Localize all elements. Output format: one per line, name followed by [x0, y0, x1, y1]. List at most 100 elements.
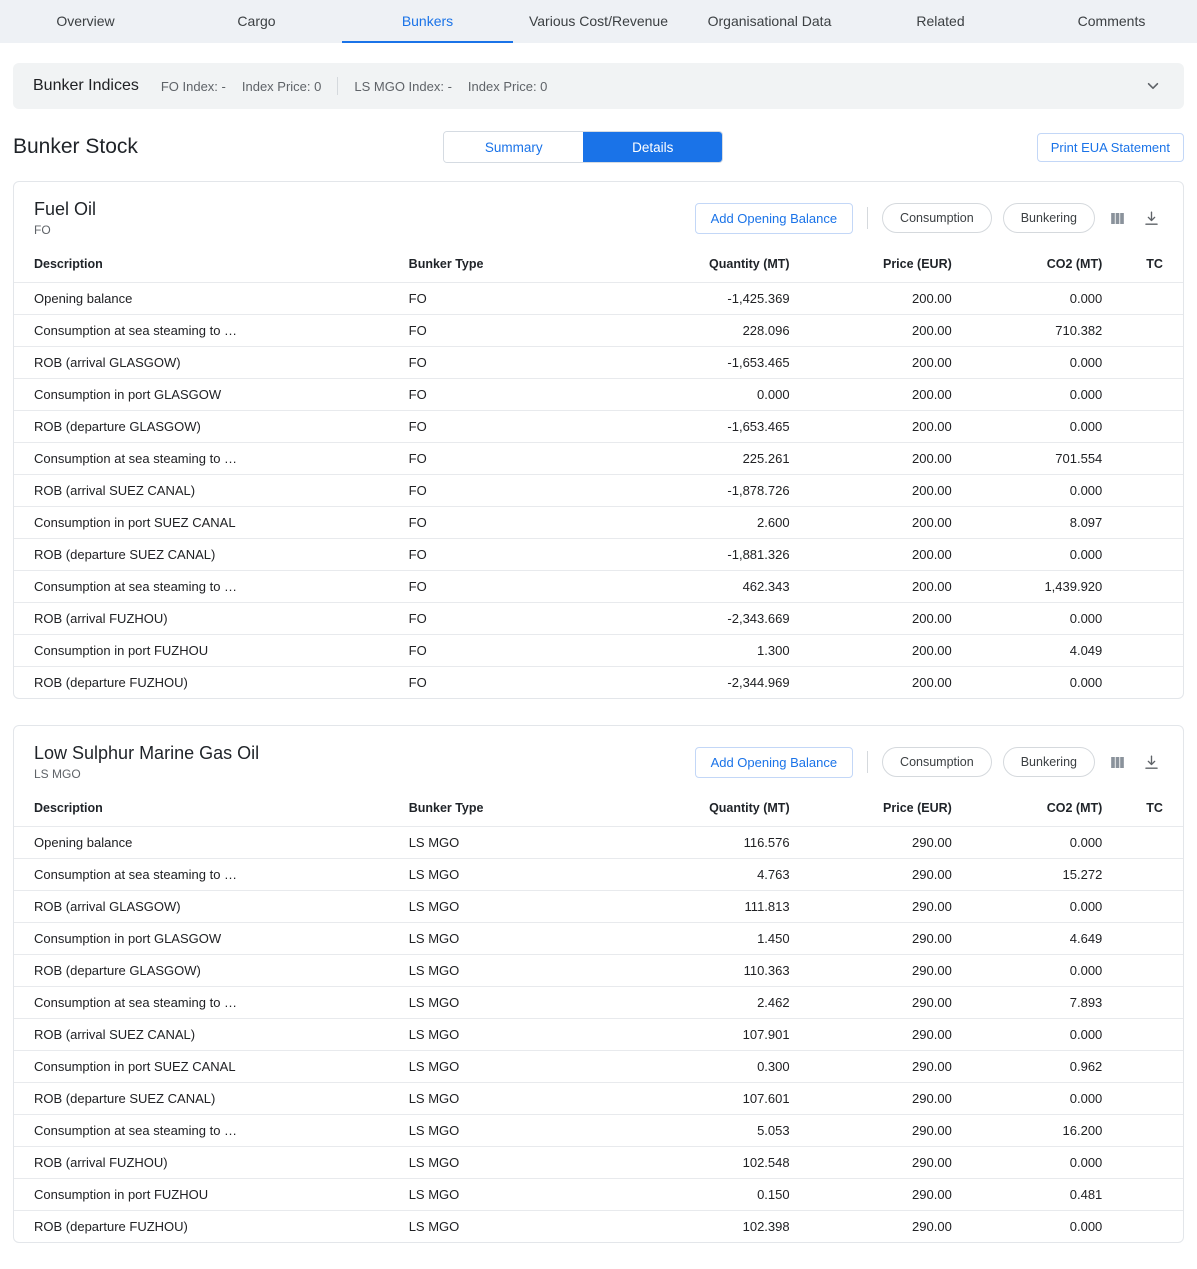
- row-price: 200.00: [802, 571, 964, 603]
- ls-mgo-index-value: LS MGO Index: -: [354, 79, 452, 94]
- table-row[interactable]: Consumption at sea steaming to …FO462.34…: [14, 571, 1183, 603]
- ls-mgo-index-price: Index Price: 0: [468, 79, 548, 94]
- row-bunker-type: FO: [397, 539, 639, 571]
- row-price: 200.00: [802, 603, 964, 635]
- row-co2: 4.649: [964, 923, 1114, 955]
- tab-related[interactable]: Related: [855, 0, 1026, 43]
- table-row[interactable]: ROB (departure FUZHOU)LS MGO102.398290.0…: [14, 1211, 1183, 1243]
- tab-cargo[interactable]: Cargo: [171, 0, 342, 43]
- row-tc: [1114, 1115, 1183, 1147]
- consumption-button[interactable]: Consumption: [882, 203, 992, 233]
- table-header-row: DescriptionBunker TypeQuantity (MT)Price…: [14, 245, 1183, 283]
- page-title: Bunker Stock: [13, 135, 138, 159]
- table-row[interactable]: Consumption in port SUEZ CANALLS MGO0.30…: [14, 1051, 1183, 1083]
- row-quantity: -1,881.326: [639, 539, 801, 571]
- table-row[interactable]: Consumption in port GLASGOWFO0.000200.00…: [14, 379, 1183, 411]
- row-quantity: 0.150: [639, 1179, 801, 1211]
- view-columns-icon[interactable]: [1106, 207, 1129, 230]
- table-row[interactable]: ROB (departure GLASGOW)FO-1,653.465200.0…: [14, 411, 1183, 443]
- bunkering-button[interactable]: Bunkering: [1003, 203, 1095, 233]
- row-tc: [1114, 1211, 1183, 1243]
- table-row[interactable]: ROB (departure FUZHOU)FO-2,344.969200.00…: [14, 667, 1183, 699]
- bunker-indices-bar: Bunker Indices FO Index: - Index Price: …: [13, 63, 1184, 109]
- tab-various-cost-revenue[interactable]: Various Cost/Revenue: [513, 0, 684, 43]
- row-co2: 0.000: [964, 827, 1114, 859]
- row-co2: 0.000: [964, 603, 1115, 635]
- table-row[interactable]: Opening balanceFO-1,425.369200.000.000: [14, 283, 1183, 315]
- row-co2: 15.272: [964, 859, 1114, 891]
- tab-comments[interactable]: Comments: [1026, 0, 1197, 43]
- view-columns-icon[interactable]: [1106, 751, 1129, 774]
- table-row[interactable]: ROB (arrival SUEZ CANAL)FO-1,878.726200.…: [14, 475, 1183, 507]
- table-row[interactable]: ROB (departure SUEZ CANAL)LS MGO107.6012…: [14, 1083, 1183, 1115]
- row-price: 200.00: [802, 475, 964, 507]
- table-row[interactable]: ROB (arrival SUEZ CANAL)LS MGO107.901290…: [14, 1019, 1183, 1051]
- details-toggle-button[interactable]: Details: [583, 132, 722, 162]
- table-row[interactable]: Consumption at sea steaming to …LS MGO2.…: [14, 987, 1183, 1019]
- add-opening-balance-button[interactable]: Add Opening Balance: [695, 747, 853, 778]
- print-eua-statement-button[interactable]: Print EUA Statement: [1037, 133, 1184, 162]
- row-tc: [1114, 539, 1183, 571]
- chevron-down-icon[interactable]: [1142, 75, 1164, 97]
- row-quantity: 0.000: [639, 379, 801, 411]
- page-header: Bunker Stock Summary Details Print EUA S…: [13, 131, 1184, 163]
- row-tc: [1114, 1019, 1183, 1051]
- row-quantity: 116.576: [639, 827, 801, 859]
- row-description: Consumption at sea steaming to …: [14, 859, 397, 891]
- download-icon[interactable]: [1140, 207, 1163, 230]
- row-price: 290.00: [802, 1147, 964, 1179]
- row-description: ROB (arrival GLASGOW): [14, 347, 397, 379]
- row-bunker-type: FO: [397, 315, 639, 347]
- bunkering-button[interactable]: Bunkering: [1003, 747, 1095, 777]
- table-row[interactable]: ROB (departure SUEZ CANAL)FO-1,881.32620…: [14, 539, 1183, 571]
- row-bunker-type: FO: [397, 571, 639, 603]
- table-row[interactable]: ROB (arrival FUZHOU)FO-2,343.669200.000.…: [14, 603, 1183, 635]
- column-header: Bunker Type: [397, 789, 639, 827]
- table-row[interactable]: Opening balanceLS MGO116.576290.000.000: [14, 827, 1183, 859]
- row-description: Consumption at sea steaming to …: [14, 987, 397, 1019]
- table-row[interactable]: Consumption in port FUZHOULS MGO0.150290…: [14, 1179, 1183, 1211]
- row-tc: [1114, 891, 1183, 923]
- table-row[interactable]: Consumption in port GLASGOWLS MGO1.45029…: [14, 923, 1183, 955]
- row-tc: [1114, 603, 1183, 635]
- ls-mgo-card: Low Sulphur Marine Gas Oil LS MGO Add Op…: [13, 725, 1184, 1243]
- row-quantity: 1.300: [639, 635, 801, 667]
- row-quantity: 111.813: [639, 891, 801, 923]
- table-row[interactable]: Consumption in port FUZHOUFO1.300200.004…: [14, 635, 1183, 667]
- column-header: Quantity (MT): [639, 245, 801, 283]
- row-tc: [1114, 507, 1183, 539]
- table-row[interactable]: ROB (arrival GLASGOW)LS MGO111.813290.00…: [14, 891, 1183, 923]
- table-row[interactable]: Consumption at sea steaming to …FO225.26…: [14, 443, 1183, 475]
- row-co2: 7.893: [964, 987, 1114, 1019]
- card-subtitle: LS MGO: [34, 767, 259, 781]
- table-row[interactable]: ROB (arrival GLASGOW)FO-1,653.465200.000…: [14, 347, 1183, 379]
- table-row[interactable]: Consumption in port SUEZ CANALFO2.600200…: [14, 507, 1183, 539]
- row-tc: [1114, 987, 1183, 1019]
- row-description: Consumption at sea steaming to …: [14, 571, 397, 603]
- row-bunker-type: FO: [397, 283, 639, 315]
- consumption-button[interactable]: Consumption: [882, 747, 992, 777]
- tab-bunkers[interactable]: Bunkers: [342, 0, 513, 43]
- row-quantity: -1,425.369: [639, 283, 801, 315]
- column-header: TC: [1114, 245, 1183, 283]
- table-row[interactable]: Consumption at sea steaming to …LS MGO4.…: [14, 859, 1183, 891]
- row-quantity: 0.300: [639, 1051, 801, 1083]
- card-actions: Add Opening Balance Consumption Bunkerin…: [695, 203, 1163, 234]
- column-header: CO2 (MT): [964, 245, 1115, 283]
- summary-toggle-button[interactable]: Summary: [444, 132, 583, 162]
- tab-organisational-data[interactable]: Organisational Data: [684, 0, 855, 43]
- table-row[interactable]: Consumption at sea steaming to …FO228.09…: [14, 315, 1183, 347]
- row-description: ROB (arrival FUZHOU): [14, 603, 397, 635]
- add-opening-balance-button[interactable]: Add Opening Balance: [695, 203, 853, 234]
- row-description: ROB (departure GLASGOW): [14, 411, 397, 443]
- table-row[interactable]: ROB (departure GLASGOW)LS MGO110.363290.…: [14, 955, 1183, 987]
- tab-overview[interactable]: Overview: [0, 0, 171, 43]
- row-co2: 0.000: [964, 1147, 1114, 1179]
- table-row[interactable]: Consumption at sea steaming to …LS MGO5.…: [14, 1115, 1183, 1147]
- table-row[interactable]: ROB (arrival FUZHOU)LS MGO102.548290.000…: [14, 1147, 1183, 1179]
- row-co2: 0.000: [964, 891, 1114, 923]
- row-description: Opening balance: [14, 283, 397, 315]
- download-icon[interactable]: [1140, 751, 1163, 774]
- row-tc: [1114, 1051, 1183, 1083]
- row-co2: 701.554: [964, 443, 1115, 475]
